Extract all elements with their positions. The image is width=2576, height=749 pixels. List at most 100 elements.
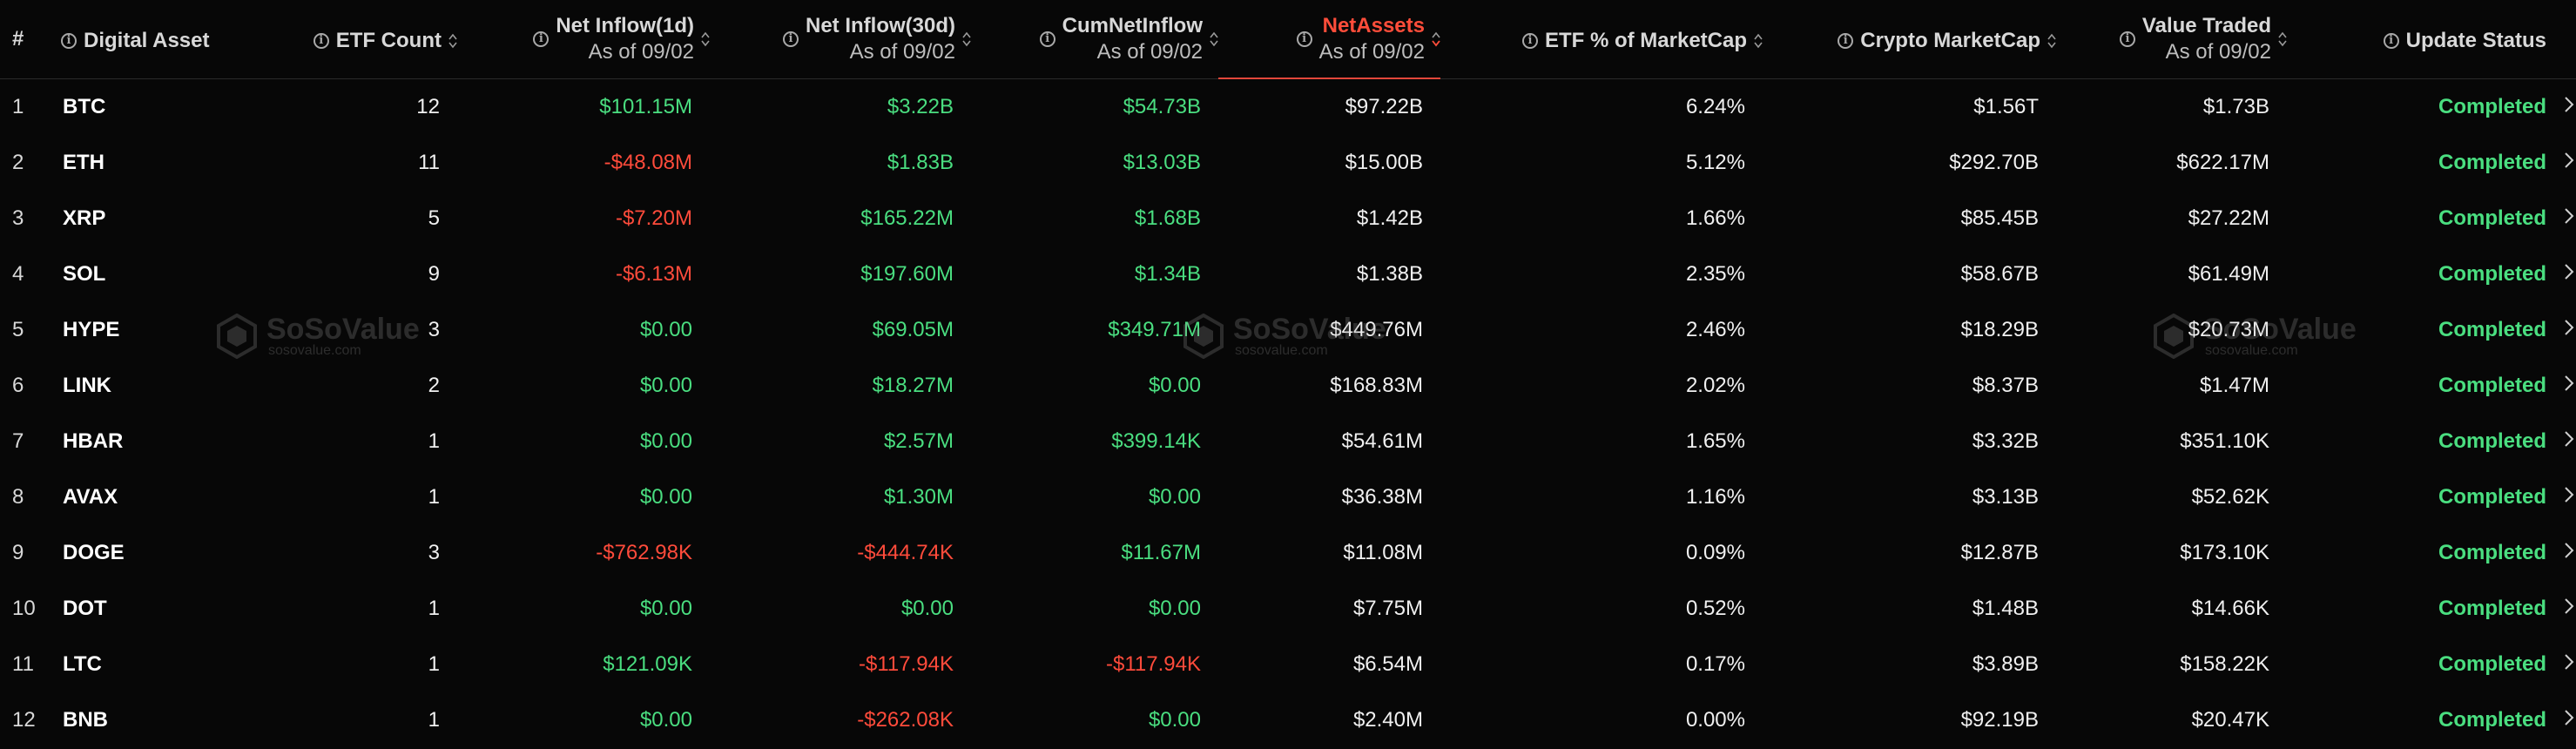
table-row[interactable]: 5 HYPE 3 $0.00 $69.05M $349.71M $449.76M 2.46% $…	[0, 302, 2576, 358]
cum-net-inflow-value: $0.00	[1148, 708, 1201, 732]
net-assets-value: $36.38M	[1341, 485, 1423, 509]
net-assets-value: $54.61M	[1341, 429, 1423, 453]
value-traded-value: $27.22M	[2188, 206, 2269, 230]
row-chevron-cell[interactable]	[2546, 79, 2576, 136]
header-net-inflow-30d-label: Net Inflow(30d)	[806, 14, 955, 37]
row-chevron-cell[interactable]	[2546, 358, 2576, 414]
header-net-inflow-30d[interactable]: i Net Inflow(30d) As of 09/02	[710, 0, 971, 79]
sort-arrows-icon[interactable]	[962, 31, 971, 47]
cum-net-inflow-value: $1.68B	[1134, 206, 1201, 230]
value-traded-value: $351.10K	[2180, 429, 2269, 453]
sort-arrows-icon[interactable]	[2278, 31, 2287, 47]
header-crypto-marketcap[interactable]: i Crypto MarketCap	[1763, 0, 2056, 79]
info-icon[interactable]: i	[783, 31, 799, 47]
net-inflow-30d-value: $3.22B	[887, 95, 954, 118]
row-chevron-cell[interactable]	[2546, 191, 2576, 246]
table-row[interactable]: 10 DOT 1 $0.00 $0.00 $0.00 $7.75M 0.52% $1.48B $1…	[0, 581, 2576, 637]
sort-arrows-icon[interactable]	[701, 31, 710, 47]
sort-arrows-icon[interactable]	[448, 33, 457, 49]
row-index: 1	[12, 95, 24, 118]
header-net-inflow-1d[interactable]: i Net Inflow(1d) As of 09/02	[457, 0, 710, 79]
header-spacer	[2546, 0, 2576, 79]
table-row[interactable]: 9 DOGE 3 -$762.98K -$444.74K $11.67M $11.08M 0.…	[0, 525, 2576, 581]
chevron-right-icon[interactable]	[2546, 262, 2574, 287]
chevron-right-icon[interactable]	[2546, 151, 2574, 175]
etf-pct-value: 1.66%	[1685, 206, 1745, 230]
table-row[interactable]: 1 BTC 12 $101.15M $3.22B $54.73B $97.22B 6.24% $…	[0, 79, 2576, 136]
info-icon[interactable]: i	[1296, 31, 1312, 47]
info-icon[interactable]: i	[61, 33, 77, 49]
table-row[interactable]: 2 ETH 11 -$48.08M $1.83B $13.03B $15.00B 5.12% $…	[0, 135, 2576, 191]
sort-arrows-icon[interactable]	[1210, 31, 1218, 47]
header-etf-count[interactable]: i ETF Count	[253, 0, 457, 79]
update-status-value: Completed	[2438, 262, 2546, 286]
sort-arrows-icon[interactable]	[1754, 33, 1763, 49]
chevron-right-icon[interactable]	[2546, 318, 2574, 342]
etf-count-value: 1	[428, 708, 440, 732]
table-row[interactable]: 6 LINK 2 $0.00 $18.27M $0.00 $168.83M 2.02% $8.3…	[0, 358, 2576, 414]
row-chevron-cell[interactable]	[2546, 581, 2576, 637]
table-row[interactable]: 8 AVAX 1 $0.00 $1.30M $0.00 $36.38M 1.16% $3.13B…	[0, 469, 2576, 525]
etf-pct-value: 5.12%	[1685, 151, 1745, 174]
row-chevron-cell[interactable]	[2546, 692, 2576, 748]
row-chevron-cell[interactable]	[2546, 302, 2576, 358]
info-icon[interactable]: i	[1838, 33, 1854, 49]
etf-pct-value: 2.35%	[1685, 262, 1745, 286]
chevron-right-icon[interactable]	[2546, 429, 2574, 454]
header-etf-pct-marketcap[interactable]: i ETF % of MarketCap	[1440, 0, 1763, 79]
crypto-marketcap-value: $92.19B	[1960, 708, 2039, 732]
net-inflow-1d-value: -$7.20M	[615, 206, 692, 230]
etf-table: # i Digital Asset i ETF Count i Net Infl…	[0, 0, 2576, 748]
asset-symbol: BNB	[63, 708, 108, 732]
etf-count-value: 9	[428, 262, 440, 286]
chevron-right-icon[interactable]	[2546, 652, 2574, 677]
info-icon[interactable]: i	[2119, 31, 2135, 47]
row-chevron-cell[interactable]	[2546, 246, 2576, 302]
header-net-assets[interactable]: i NetAssets As of 09/02	[1218, 0, 1440, 79]
sort-descending-icon[interactable]	[1432, 31, 1440, 47]
sort-arrows-icon[interactable]	[2047, 33, 2056, 49]
net-inflow-1d-value: $0.00	[639, 708, 692, 732]
net-inflow-30d-value: $197.60M	[860, 262, 954, 286]
table-row[interactable]: 12 BNB 1 $0.00 -$262.08K $0.00 $2.40M 0.00% $92.…	[0, 692, 2576, 748]
chevron-right-icon[interactable]	[2546, 708, 2574, 732]
etf-table-view: # i Digital Asset i ETF Count i Net Infl…	[0, 0, 2576, 749]
header-value-traded-label: Value Traded	[2141, 14, 2271, 37]
info-icon[interactable]: i	[313, 33, 329, 49]
net-inflow-1d-value: $121.09K	[603, 652, 692, 676]
info-icon[interactable]: i	[1521, 33, 1538, 49]
row-chevron-cell[interactable]	[2546, 414, 2576, 469]
table-row[interactable]: 11 LTC 1 $121.09K -$117.94K -$117.94K $6.54M 0.…	[0, 637, 2576, 692]
row-index: 9	[12, 541, 24, 564]
row-chevron-cell[interactable]	[2546, 469, 2576, 525]
etf-pct-value: 0.00%	[1685, 708, 1745, 732]
info-icon[interactable]: i	[1039, 31, 1055, 47]
net-inflow-1d-value: $0.00	[639, 318, 692, 341]
chevron-right-icon[interactable]	[2546, 485, 2574, 509]
row-chevron-cell[interactable]	[2546, 135, 2576, 191]
chevron-right-icon[interactable]	[2546, 206, 2574, 231]
chevron-right-icon[interactable]	[2546, 95, 2574, 119]
net-assets-value: $168.83M	[1330, 374, 1423, 397]
header-cum-net-inflow[interactable]: i CumNetInflow As of 09/02	[971, 0, 1218, 79]
row-chevron-cell[interactable]	[2546, 525, 2576, 581]
etf-pct-value: 0.17%	[1685, 652, 1745, 676]
chevron-right-icon[interactable]	[2546, 541, 2574, 565]
row-chevron-cell[interactable]	[2546, 637, 2576, 692]
table-row[interactable]: 4 SOL 9 -$6.13M $197.60M $1.34B $1.38B 2.35% $58…	[0, 246, 2576, 302]
table-row[interactable]: 7 HBAR 1 $0.00 $2.57M $399.14K $54.61M 1.65% $3.…	[0, 414, 2576, 469]
crypto-marketcap-value: $12.87B	[1960, 541, 2039, 564]
info-icon[interactable]: i	[533, 31, 550, 47]
header-cum-net-inflow-date: As of 09/02	[1096, 40, 1203, 64]
crypto-marketcap-value: $292.70B	[1949, 151, 2039, 174]
header-digital-asset[interactable]: i Digital Asset	[61, 0, 253, 79]
crypto-marketcap-value: $18.29B	[1960, 318, 2039, 341]
chevron-right-icon[interactable]	[2546, 374, 2574, 398]
header-value-traded-date: As of 09/02	[2165, 40, 2271, 64]
header-value-traded[interactable]: i Value Traded As of 09/02	[2056, 0, 2287, 79]
table-row[interactable]: 3 XRP 5 -$7.20M $165.22M $1.68B $1.42B 1.66% $85…	[0, 191, 2576, 246]
value-traded-value: $14.66K	[2191, 597, 2269, 620]
etf-pct-value: 2.02%	[1685, 374, 1745, 397]
info-icon[interactable]: i	[2383, 33, 2399, 49]
chevron-right-icon[interactable]	[2546, 597, 2574, 621]
